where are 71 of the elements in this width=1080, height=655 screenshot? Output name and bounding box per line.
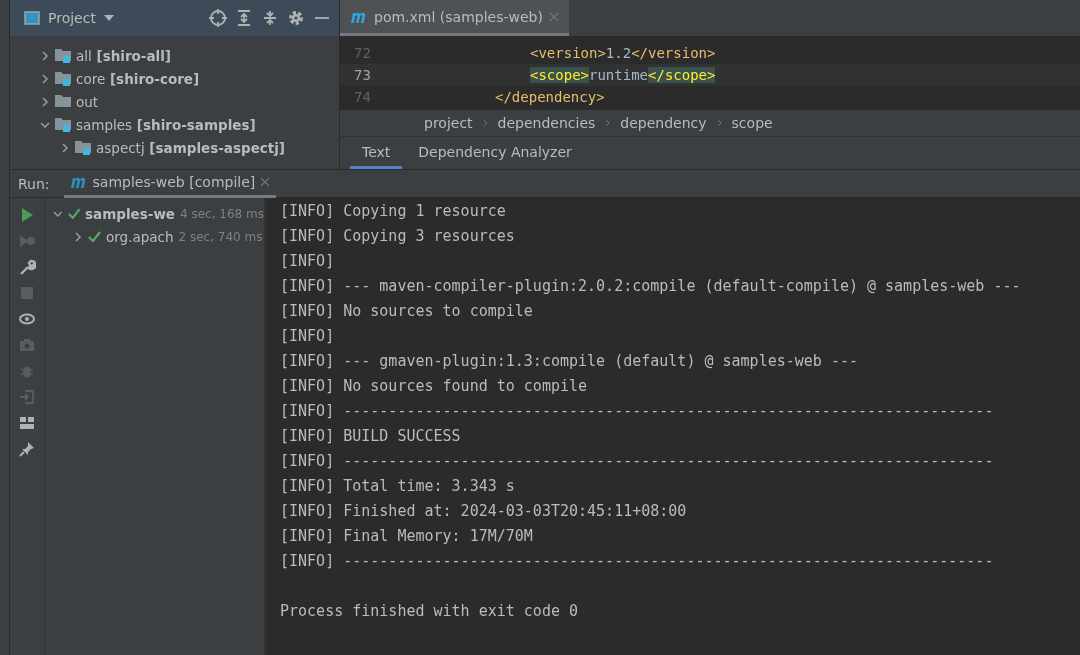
xml-value: 1.2 (605, 45, 632, 61)
module-folder-icon (75, 140, 91, 155)
tree-item[interactable]: out (76, 93, 99, 110)
editor-view-tab[interactable]: Dependency Analyzer (406, 137, 584, 169)
check-icon (88, 231, 101, 242)
console-line: [INFO] Finished at: 2024-03-03T20:45:11+08:00 (280, 501, 688, 522)
breadcrumb[interactable]: dependency (620, 115, 707, 131)
tree-item[interactable]: all [shiro-all] (76, 47, 171, 64)
run-label: Run: (18, 175, 50, 192)
module-folder-icon (55, 48, 71, 63)
console-line: [INFO] --- gmaven-plugin:1.3:compile (default) @ samples-web --- (280, 351, 859, 372)
xml-value: runtime (589, 67, 649, 83)
window-icon (24, 11, 40, 25)
settings-icon[interactable] (287, 9, 305, 27)
xml-tag: </version> (631, 45, 716, 61)
breadcrumb[interactable]: project (424, 115, 473, 131)
console-line: [INFO] Copying 3 resources (280, 226, 516, 247)
pin-icon[interactable] (18, 440, 36, 458)
run-tree-item[interactable]: samples-we (85, 205, 175, 222)
console-line: [INFO] Total time: 3.343 s (280, 476, 516, 497)
chevron-right-icon[interactable] (60, 142, 70, 153)
chevron-right-icon[interactable] (73, 231, 83, 242)
line-number: 74 (353, 89, 372, 105)
chevron-down-icon[interactable] (40, 119, 50, 130)
breadcrumb[interactable]: dependencies (497, 115, 596, 131)
expand-all-icon[interactable] (235, 9, 253, 27)
editor-tab[interactable]: pom.xml (samples-web) (340, 0, 569, 36)
close-icon[interactable] (260, 177, 271, 187)
line-number: 72 (353, 45, 372, 61)
console-line: [INFO] --- maven-compiler-plugin:2.0.2:compile (default-compile) @ samples-web --- (280, 276, 1022, 297)
duration-text: 4 sec, 168 ms (180, 206, 264, 221)
separator-icon (605, 119, 611, 127)
run-tree-item[interactable]: org.apach (106, 228, 174, 245)
tree-item[interactable]: aspectj [samples-aspectj] (96, 139, 286, 156)
separator-icon (716, 119, 722, 127)
console-line: [INFO] (280, 326, 336, 347)
chevron-right-icon[interactable] (40, 73, 50, 84)
maven-icon (69, 176, 88, 188)
maven-icon (350, 10, 368, 23)
console-line: [INFO] Final Memory: 17M/70M (280, 526, 534, 547)
xml-tag: <scope> (530, 67, 589, 83)
console-line: [INFO] Copying 1 resource (280, 201, 507, 222)
wrench-icon[interactable] (18, 258, 36, 276)
tree-item[interactable]: samples [shiro-samples] (76, 116, 256, 133)
module-folder-icon (55, 71, 71, 86)
console-line: [INFO] (280, 251, 336, 272)
folder-icon (55, 94, 71, 109)
tree-item[interactable]: core [shiro-core] (76, 70, 200, 87)
separator-icon (482, 119, 488, 127)
panel-title[interactable]: Project (48, 10, 96, 26)
chevron-right-icon[interactable] (40, 50, 50, 61)
console-line: [INFO] No sources found to compile (280, 376, 589, 397)
check-icon (67, 208, 81, 219)
console-line: [INFO] ------------------------------------------------------------------------ (280, 401, 995, 422)
xml-tag: <version> (530, 45, 606, 61)
xml-tag: </scope> (648, 67, 716, 83)
collapse-all-icon[interactable] (261, 9, 279, 27)
console-line: [INFO] ------------------------------------------------------------------------ (280, 551, 995, 572)
console-line: Process finished with exit code 0 (280, 601, 579, 622)
console-line: [INFO] BUILD SUCCESS (280, 426, 462, 447)
duration-text: 2 sec, 740 ms (178, 229, 263, 244)
module-folder-icon (55, 117, 71, 132)
caret-icon[interactable] (103, 15, 114, 21)
console-line: [INFO] ------------------------------------------------------------------------ (280, 451, 995, 472)
breadcrumb[interactable]: scope (731, 115, 773, 131)
xml-tag: </dependency> (495, 89, 605, 105)
console-line: [INFO] No sources to compile (280, 301, 534, 322)
locate-icon[interactable] (209, 9, 227, 27)
chevron-right-icon[interactable] (40, 96, 50, 107)
line-number: 73 (353, 67, 372, 83)
layout-icon[interactable] (18, 414, 36, 432)
